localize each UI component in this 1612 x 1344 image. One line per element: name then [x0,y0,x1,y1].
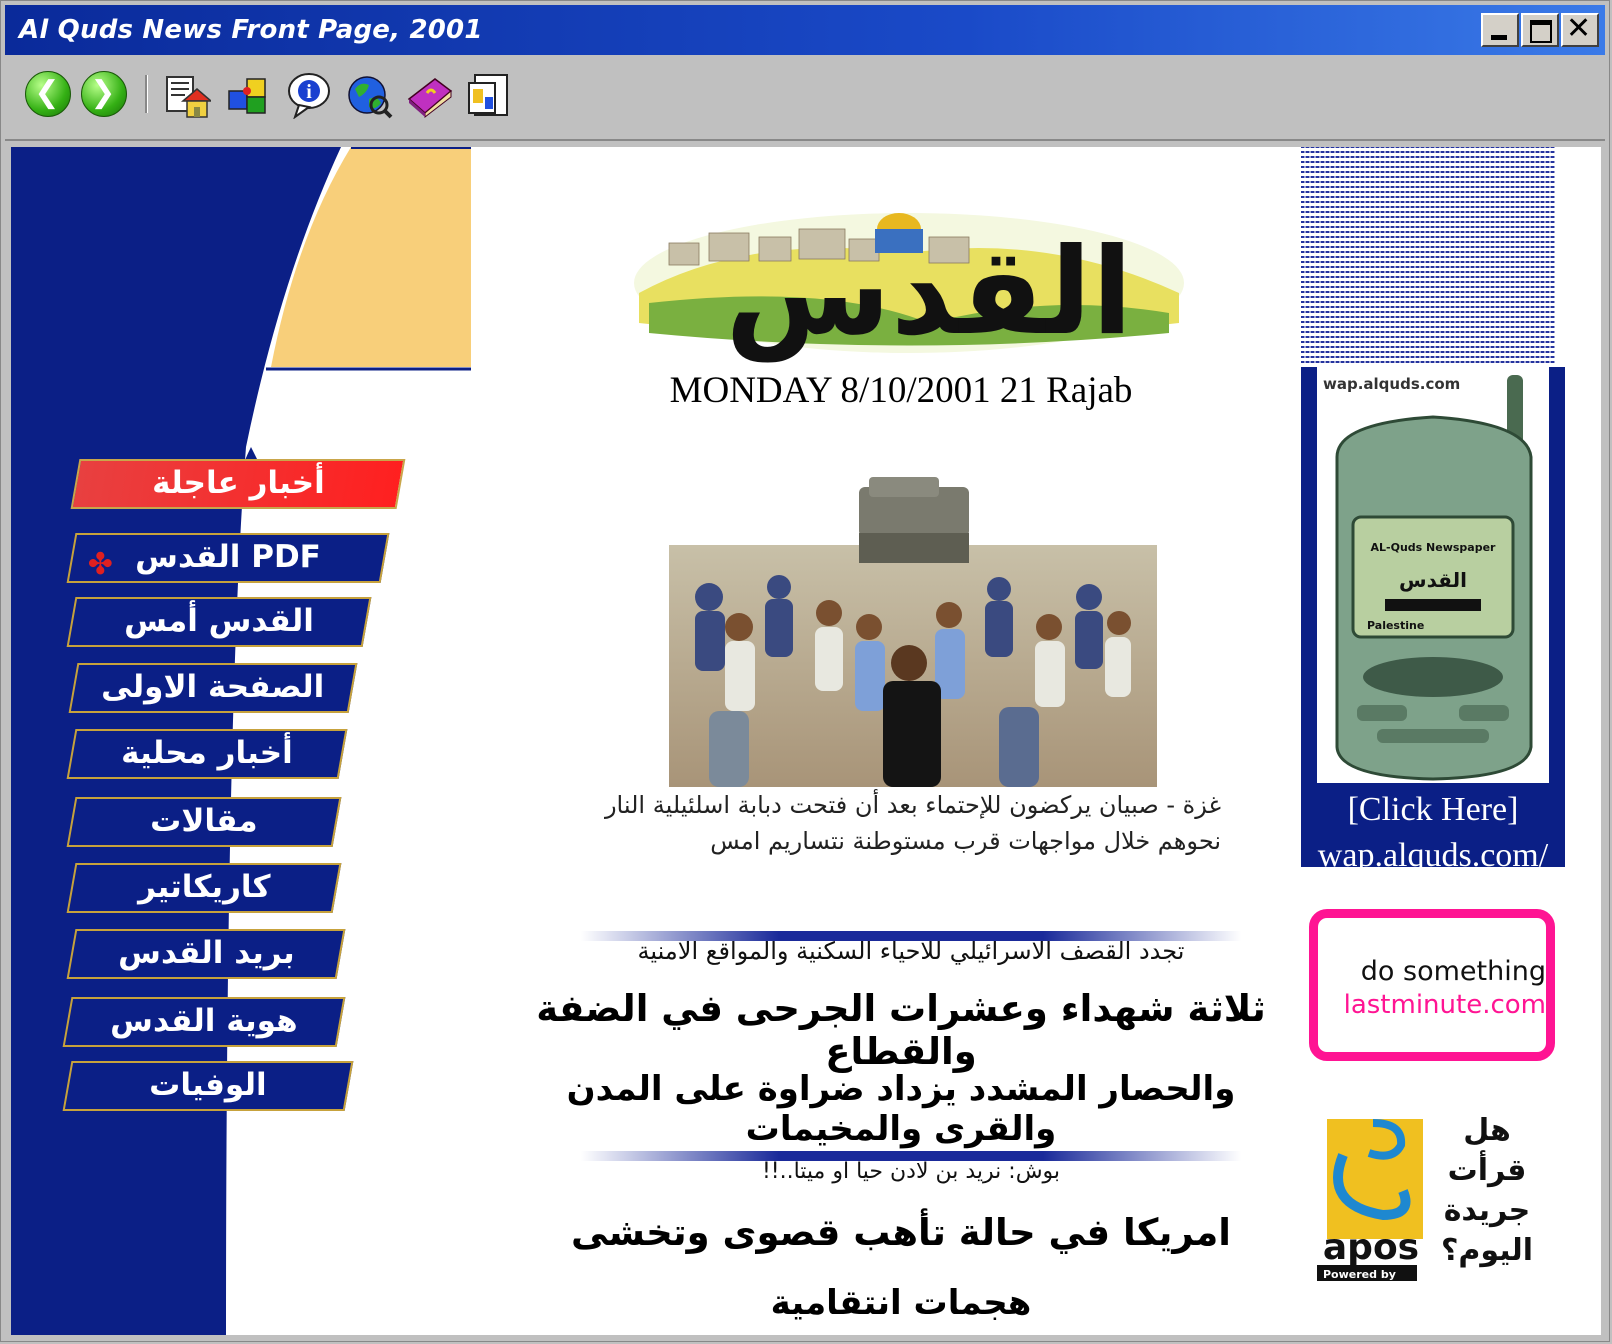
phone-screen-line1: AL-Quds Newspaper [1371,541,1497,554]
apos-ad[interactable]: apos Powered by هل قرأت جريدة اليوم؟ [1313,1105,1553,1287]
globe-icon [348,76,393,119]
forward-button[interactable]: ❯ [81,71,129,119]
nav-front-page[interactable]: الصفحة الاولى [68,663,358,713]
wap-url-link[interactable]: wap.alquds.com/ [1301,833,1565,879]
book-button[interactable] [405,71,453,119]
browser-window: Al Quds News Front Page, 2001 ✕ ❮ ❯ i أخ… [0,0,1610,1342]
story1-headline-1[interactable]: ثلاثة شهداء وعشرات الجرحى في الضفة والقط… [501,987,1301,1073]
web-page: أخبار عاجلة ✤ القدس PDF القدس أمس الصفحة… [11,147,1601,1335]
info-icon: i [288,73,330,120]
issue-date: MONDAY 8/10/2001 21 Rajab [669,370,1133,411]
title-bar[interactable]: Al Quds News Front Page, 2001 ✕ [5,5,1605,55]
pdf-icon: ✤ [87,547,113,582]
puzzle-button[interactable] [225,71,273,119]
nav-pdf-label: القدس PDF [135,539,322,575]
story2-subtitle: بوش: نريد بن لادن حيا او ميتا..!! [761,1159,1061,1184]
lastminute-ad[interactable]: do something lastminute.com [1309,909,1555,1061]
toolbar: ❮ ❯ i [5,57,1605,141]
close-icon: ✕ [1566,11,1592,46]
bookmark-icon [468,74,508,116]
back-button[interactable]: ❮ [25,71,73,119]
nav-breaking-news[interactable]: أخبار عاجلة [70,459,406,509]
story1-subtitle: تجدد القصف الاسرائيلي للاحياء السكنية وا… [637,937,1185,965]
phone-icon: wap.alquds.com AL-Quds Newspaper القدس P… [1317,367,1549,783]
click-here-link[interactable]: [Click Here] [1301,787,1565,833]
left-nav-panel: أخبار عاجلة ✤ القدس PDF القدس أمس الصفحة… [11,147,481,1335]
window-title: Al Quds News Front Page, 2001 [19,15,483,45]
wap-ad[interactable]: wap.alquds.com AL-Quds Newspaper القدس P… [1301,367,1565,874]
mobile-phone-image: wap.alquds.com AL-Quds Newspaper القدس P… [1317,367,1549,783]
nav-articles[interactable]: مقالات [66,797,342,847]
apos-powered-by: Powered by [1323,1268,1396,1281]
nav-obituaries[interactable]: الوفيات [62,1061,354,1111]
nav-pdf[interactable]: ✤ القدس PDF [66,533,390,583]
right-ad-column: wap.alquds.com AL-Quds Newspaper القدس P… [1301,147,1601,1335]
story1-headline-2[interactable]: والحصار المشدد يزداد ضراوة على المدن وال… [501,1069,1301,1149]
svg-text:i: i [306,81,312,103]
bookmark-button[interactable] [465,71,513,119]
decorative-pattern [1301,147,1555,363]
minimize-button[interactable] [1481,13,1519,47]
lastminute-ad-line1: do something [1360,956,1546,987]
apos-ad-text: هل قرأت جريدة اليوم؟ [1441,1113,1533,1268]
story2-headline-2[interactable]: هجمات انتقامية [501,1283,1301,1323]
nav-cartoon[interactable]: كاريكاتير [66,863,342,913]
forward-icon: ❯ [81,71,127,117]
nav-identity-label: هوية القدس [110,1003,298,1039]
masthead-logo[interactable]: القدس [629,173,1189,363]
globe-button[interactable] [345,71,393,119]
book-icon [407,78,453,119]
story2-headline-1[interactable]: امريكا في حالة تأهب قصوى وتخشى [501,1211,1301,1254]
nav-yesterday[interactable]: القدس أمس [66,597,372,647]
info-button[interactable]: i [285,71,333,120]
news-photo[interactable] [669,477,1157,787]
phone-wap-domain: wap.alquds.com [1323,375,1460,393]
close-button[interactable]: ✕ [1561,11,1599,47]
back-icon: ❮ [25,71,71,117]
phone-screen-line2: Palestine [1367,619,1424,632]
home-icon [166,76,214,118]
nav-front-page-label: الصفحة الاولى [101,669,325,705]
nav-mail[interactable]: بريد القدس [66,929,346,979]
nav-local-news-label: أخبار محلية [121,735,293,771]
nav-identity[interactable]: هوية القدس [62,997,346,1047]
wap-link[interactable]: [Click Here] wap.alquds.com/ [1301,787,1565,879]
nav-articles-label: مقالات [150,803,258,839]
masthead-logo-text: القدس [725,223,1132,362]
apos-brand: apos [1323,1227,1419,1268]
home-button[interactable] [163,71,214,119]
nav-local-news[interactable]: أخبار محلية [66,729,348,779]
nav-obituaries-label: الوفيات [149,1067,267,1103]
puzzle-icon [228,78,266,114]
main-content: القدس MONDAY 8/10/2001 21 Rajab غزة - صب… [481,147,1301,1335]
maximize-icon [1530,20,1552,43]
svg-text:القدس: القدس [1399,568,1467,592]
toolbar-separator [145,75,148,113]
photo-caption: غزة - صبيان يركضون للإحتماء بعد أن فتحت … [604,791,1221,855]
lastminute-ad-line2: lastminute.com [1343,990,1546,1020]
nav-cartoon-label: كاريكاتير [137,869,271,905]
nav-breaking-news-label: أخبار عاجلة [151,465,325,501]
nav-yesterday-label: القدس أمس [124,603,315,639]
maximize-button[interactable] [1521,13,1559,47]
minimize-icon [1491,35,1507,40]
nav-mail-label: بريد القدس [117,935,295,971]
